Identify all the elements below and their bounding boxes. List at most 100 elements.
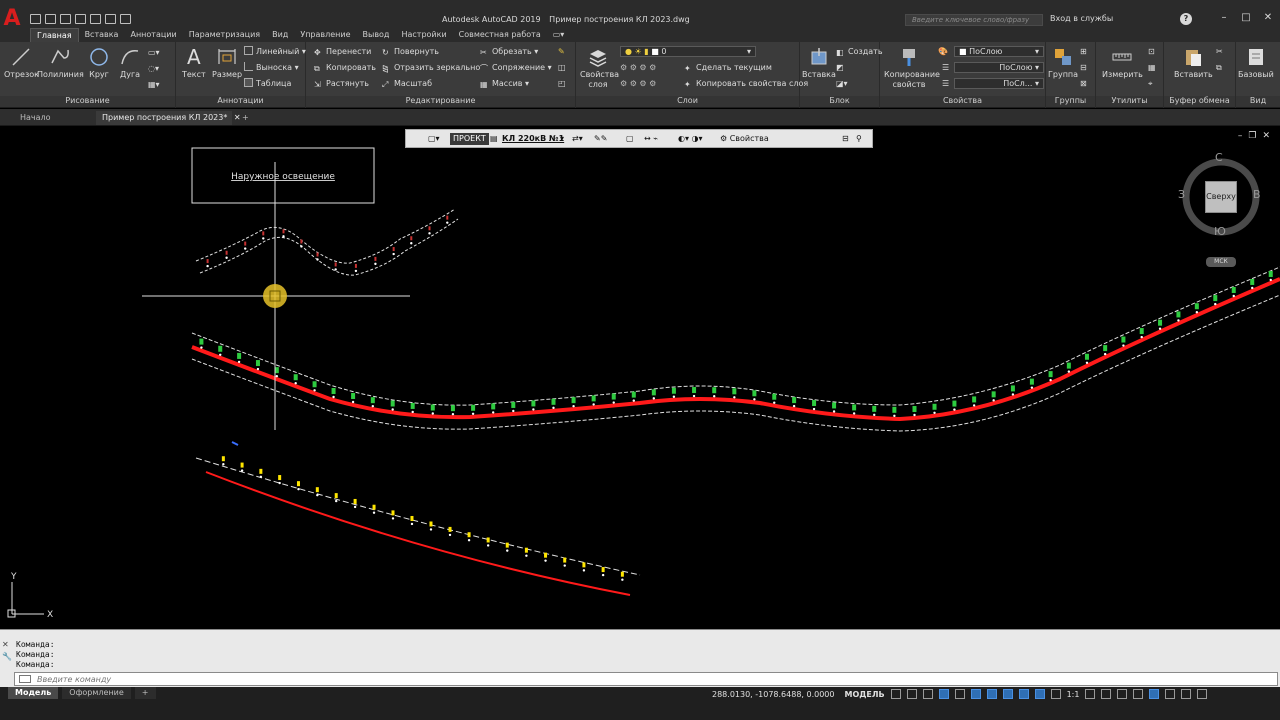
layer-visibility-icon[interactable]: ▤ [490, 133, 498, 145]
lighting-marker[interactable] [300, 239, 303, 244]
compass-south[interactable]: Ю [1214, 225, 1226, 238]
lighting-marker[interactable] [206, 259, 209, 264]
tab-current-drawing[interactable]: Пример построения КЛ 2023* ✕ [96, 111, 241, 125]
ribbon-tab[interactable]: Параметризация [183, 28, 266, 42]
cable-marker[interactable] [631, 391, 636, 398]
quick-properties-icon[interactable] [1133, 689, 1144, 699]
command-input[interactable] [37, 674, 637, 685]
cable-marker[interactable] [353, 498, 357, 504]
cable-marker[interactable] [199, 338, 204, 345]
lighting-marker[interactable] [334, 262, 337, 267]
lighting-marker[interactable] [282, 229, 285, 234]
help-icon[interactable]: ? [1180, 13, 1192, 25]
minimize-icon[interactable]: – [1218, 12, 1230, 24]
lighting-marker[interactable] [410, 236, 413, 241]
cable-marker[interactable] [732, 388, 737, 395]
cable-marker[interactable] [293, 374, 298, 381]
cable-marker[interactable] [792, 397, 797, 404]
shape-tool-icon[interactable]: ▢ [626, 133, 634, 145]
cable-marker[interactable] [334, 493, 338, 499]
lineweight-dropdown[interactable]: ПоСл... ▾ [954, 78, 1044, 89]
calculator-icon[interactable]: ▦ [1148, 62, 1156, 74]
arc-tool[interactable]: Дуга [119, 46, 141, 79]
sign-in-button[interactable]: Вход в службы [1050, 14, 1113, 23]
layer-properties-tool[interactable]: Свойства слоя [580, 46, 619, 90]
cable-marker[interactable] [1176, 311, 1181, 318]
command-prompt-icon[interactable] [19, 675, 31, 683]
cable-marker[interactable] [671, 387, 676, 394]
panel-clipboard-label[interactable]: Буфер обмена [1164, 96, 1235, 107]
cable-marker[interactable] [471, 404, 476, 411]
copy-clip-icon[interactable]: ⧉ [1216, 62, 1222, 74]
polar-icon[interactable] [938, 689, 949, 699]
ortho-icon[interactable] [922, 689, 933, 699]
lighting-marker[interactable] [262, 231, 265, 236]
dimension-tool[interactable]: Размер [212, 46, 242, 79]
make-current-button[interactable]: ✦ Сделать текущим [684, 62, 772, 74]
cable-marker[interactable] [1029, 378, 1034, 385]
ribbon-tab[interactable]: Вставка [79, 28, 125, 42]
base-view-tool[interactable]: Базовый [1238, 46, 1274, 79]
cable-marker[interactable] [511, 401, 516, 408]
isodraft-icon[interactable] [954, 689, 965, 699]
viewport-minimize-icon[interactable]: ⊟ [842, 133, 849, 145]
ribbon-tab[interactable]: Совместная работа [453, 28, 547, 42]
lighting-marker[interactable] [446, 215, 449, 220]
color-dropdown[interactable]: ■ ПоСлою ▾ [954, 46, 1044, 57]
panel-groups-label[interactable]: Группы [1046, 96, 1095, 107]
plot-icon[interactable] [90, 14, 101, 24]
main-cable[interactable] [191, 266, 1280, 432]
save-as-icon[interactable] [75, 14, 86, 24]
cable-marker[interactable] [491, 403, 496, 410]
cable-marker[interactable] [1194, 303, 1199, 310]
transparency-icon[interactable] [1018, 689, 1029, 699]
measure-tool[interactable]: Измерить [1102, 46, 1143, 79]
ribbon-tab[interactable]: Главная [30, 28, 79, 42]
open-file-icon[interactable] [45, 14, 56, 24]
tab-start[interactable]: Начало [14, 111, 94, 125]
add-layout-button[interactable]: + [134, 687, 156, 699]
id-point-icon[interactable]: ⌖ [1148, 78, 1153, 90]
cable-marker[interactable] [571, 397, 576, 404]
cable-marker[interactable] [450, 405, 455, 412]
cable-marker[interactable] [315, 487, 319, 493]
stretch-button[interactable]: ⇲ Растянуть [314, 78, 369, 90]
properties-button[interactable]: ⚙ Свойства [720, 133, 769, 145]
polyline-tool[interactable]: Полилиния [37, 46, 84, 79]
style-tools-icon[interactable]: ◐▾ ◑▾ [678, 133, 703, 145]
cable-marker[interactable] [312, 381, 317, 388]
pen-tools-icon[interactable]: ✎✎ [594, 133, 607, 145]
text-tool[interactable]: A Текст [182, 46, 206, 79]
panel-properties-label[interactable]: Свойства [880, 96, 1045, 107]
cable-marker[interactable] [991, 391, 996, 398]
object-snap-icon[interactable] [970, 689, 981, 699]
table-button[interactable]: Таблица [244, 78, 291, 90]
cable-marker[interactable] [1250, 278, 1255, 285]
annotation-scale[interactable]: 1:1 [1067, 690, 1080, 699]
ribbon-tab[interactable]: Настройки [395, 28, 452, 42]
units-icon[interactable] [1117, 689, 1128, 699]
lighting-marker[interactable] [354, 263, 357, 268]
cable-marker[interactable] [410, 402, 415, 409]
linetype-dropdown[interactable]: ПоСлою ▾ [954, 62, 1044, 73]
ungroup-icon[interactable]: ⊞ [1080, 46, 1087, 58]
linear-dim-button[interactable]: Линейный ▾ [244, 46, 306, 58]
cable-marker[interactable] [505, 542, 509, 548]
offset-icon[interactable]: ◰ [558, 78, 566, 90]
match-properties-tool[interactable]: Копирование свойств [884, 46, 940, 90]
layer-filter-icon[interactable]: ⇄▾ [572, 133, 583, 145]
cable-marker[interactable] [296, 481, 300, 487]
cut-icon[interactable]: ✂ [1216, 46, 1223, 58]
viewcube[interactable]: Сверху С Ю З В [1178, 151, 1262, 239]
minimize-icon[interactable]: – [1238, 131, 1243, 141]
panel-draw-label[interactable]: Рисование [0, 96, 175, 107]
customization-menu-icon[interactable] [1197, 689, 1208, 699]
lighting-marker[interactable] [428, 226, 431, 231]
fillet-button[interactable]: ⌒ Сопряжение ▾ [480, 62, 552, 74]
cable-marker[interactable] [651, 389, 656, 396]
cable-marker[interactable] [972, 396, 977, 403]
trim-button[interactable]: ✂ Обрезать ▾ [480, 46, 538, 58]
cable-marker[interactable] [372, 504, 376, 510]
redo-icon[interactable] [120, 14, 131, 24]
cable-marker[interactable] [391, 510, 395, 516]
